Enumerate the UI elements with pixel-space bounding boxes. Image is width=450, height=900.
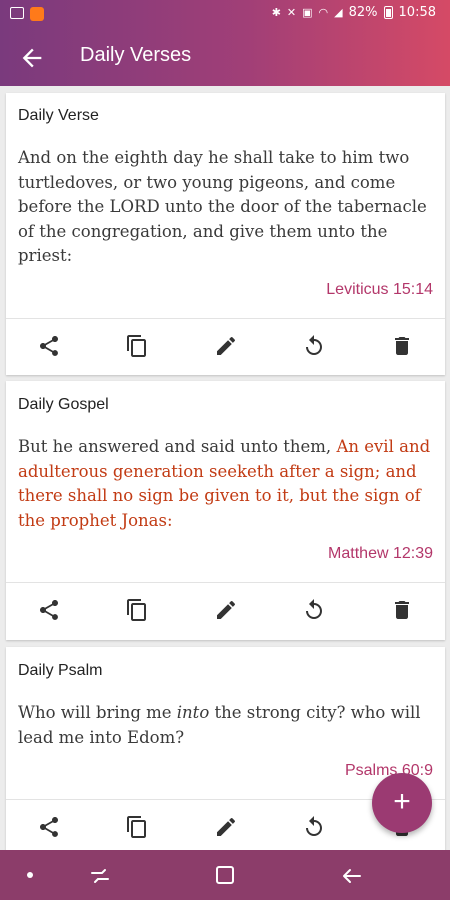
edit-icon[interactable] — [214, 598, 238, 622]
card-actions — [6, 318, 445, 374]
refresh-icon[interactable] — [302, 334, 326, 358]
card-actions — [6, 582, 445, 638]
app-bar: Daily Verses — [0, 30, 450, 86]
page-title: Daily Verses — [80, 44, 192, 66]
gospel-text-segment: But he answered and said unto them, — [18, 437, 337, 456]
edit-icon[interactable] — [214, 815, 238, 839]
nav-dot-icon[interactable] — [27, 872, 33, 878]
battery-percent: 82% — [348, 5, 378, 20]
clock: 10:58 — [398, 5, 436, 20]
card-title: Daily Psalm — [18, 662, 103, 679]
home-icon[interactable] — [216, 866, 234, 884]
refresh-icon[interactable] — [302, 815, 326, 839]
psalm-italic-segment: into — [176, 703, 210, 722]
card-title: Daily Gospel — [18, 396, 109, 413]
verse-text-segment: And on the eighth day he shall take to h… — [18, 148, 427, 265]
edit-icon[interactable] — [214, 334, 238, 358]
gospel-text: But he answered and said unto them, An e… — [18, 435, 436, 533]
status-bar: ✱ ✕ ▣ ◠ ◢ 82% 10:58 — [0, 0, 450, 30]
system-nav-bar — [0, 850, 450, 900]
psalm-text: Who will bring me into the strong city? … — [18, 701, 436, 750]
card-title: Daily Verse — [18, 107, 99, 124]
bluetooth-icon: ✱ — [271, 6, 281, 19]
gallery-notification-icon — [10, 7, 24, 19]
verse-reference[interactable]: Leviticus 15:14 — [326, 281, 433, 299]
signal-icon: ◢ — [334, 6, 343, 19]
share-icon[interactable] — [37, 815, 61, 839]
verse-text: And on the eighth day he shall take to h… — [18, 146, 436, 269]
recent-apps-icon[interactable] — [88, 864, 112, 888]
refresh-icon[interactable] — [302, 598, 326, 622]
back-arrow-icon[interactable] — [18, 44, 46, 72]
share-icon[interactable] — [37, 598, 61, 622]
gospel-reference[interactable]: Matthew 12:39 — [328, 545, 433, 563]
delete-icon[interactable] — [390, 334, 414, 358]
nav-back-icon[interactable] — [340, 864, 364, 888]
delete-icon[interactable] — [390, 598, 414, 622]
daily-psalm-card: Daily Psalm Who will bring me into the s… — [6, 647, 445, 857]
mute-icon: ✕ — [286, 6, 297, 19]
daily-gospel-card: Daily Gospel But he answered and said un… — [6, 381, 445, 640]
copy-icon[interactable] — [125, 815, 149, 839]
copy-icon[interactable] — [125, 334, 149, 358]
psalm-text-segment: Who will bring me — [18, 703, 177, 722]
battery-icon — [383, 6, 393, 19]
add-button[interactable]: + — [372, 773, 432, 833]
copy-icon[interactable] — [125, 598, 149, 622]
nfc-icon: ▣ — [302, 6, 313, 19]
wifi-icon: ◠ — [318, 6, 329, 19]
daily-verse-card: Daily Verse And on the eighth day he sha… — [6, 93, 445, 375]
share-icon[interactable] — [37, 334, 61, 358]
app-notification-icon — [30, 7, 44, 21]
